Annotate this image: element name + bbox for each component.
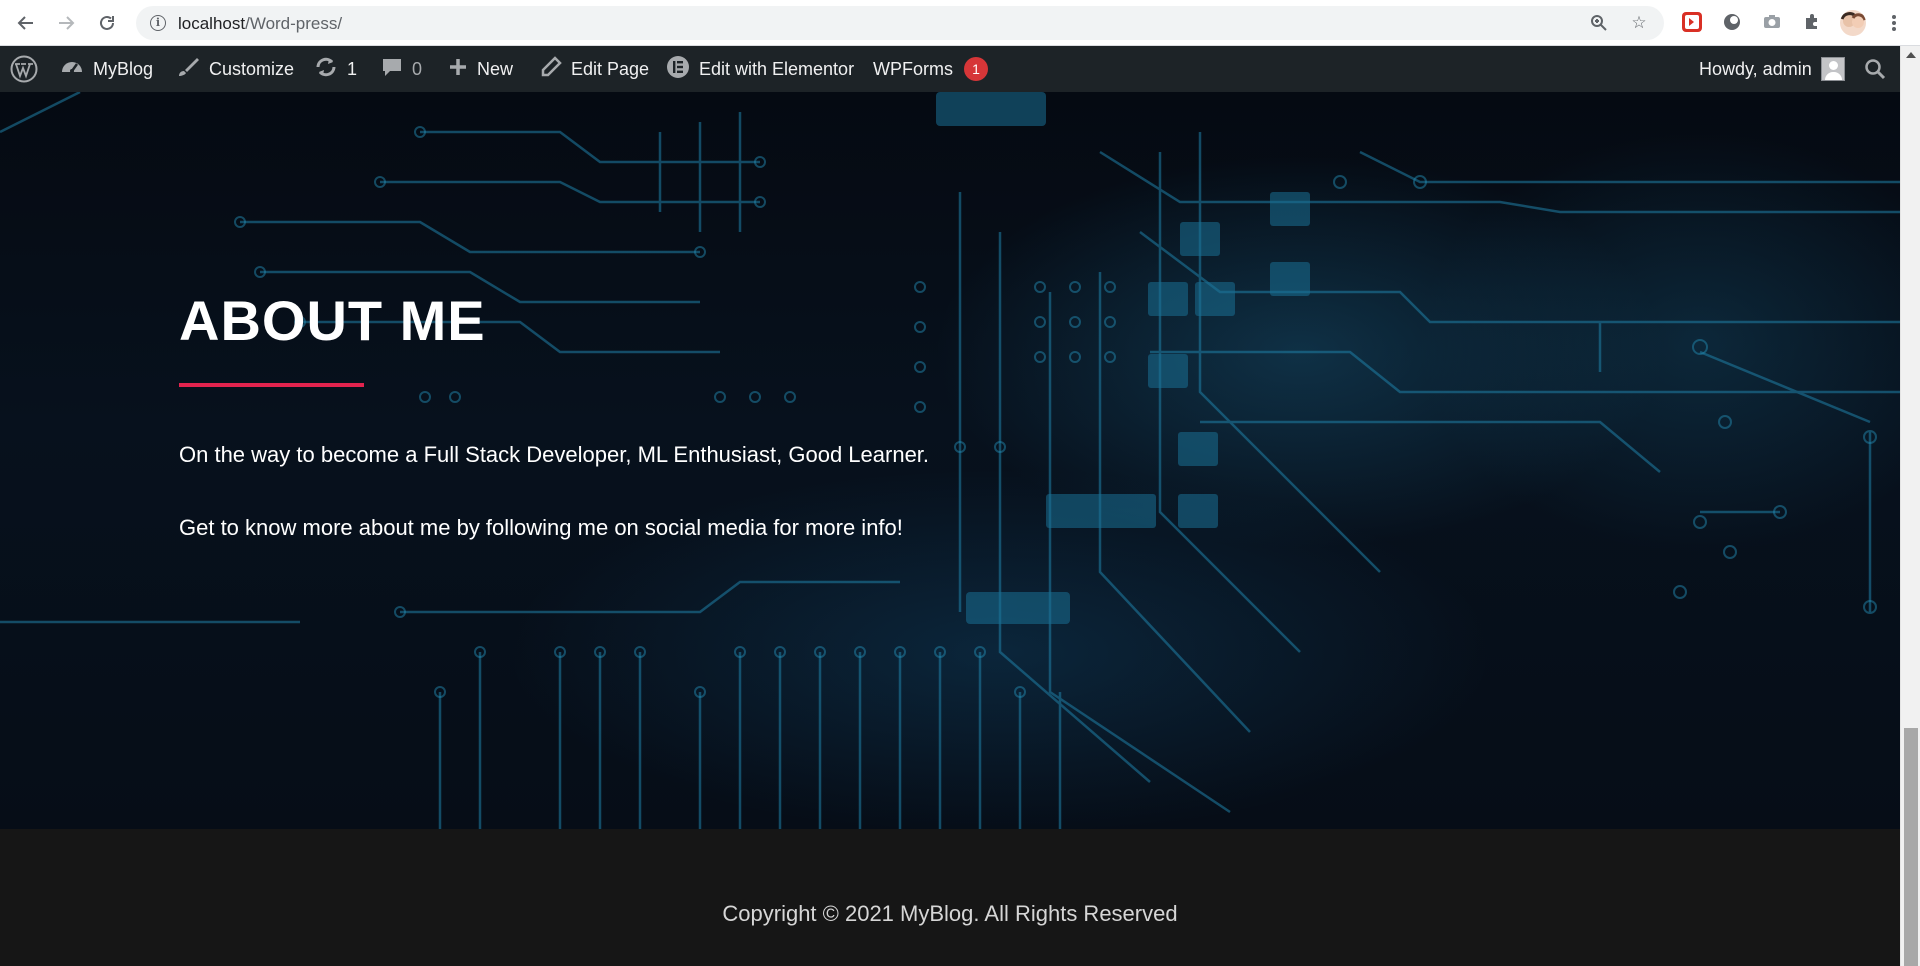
edit-elementor-menu[interactable]: Edit with Elementor bbox=[666, 46, 854, 92]
scroll-thumb[interactable] bbox=[1904, 728, 1918, 966]
star-icon[interactable]: ☆ bbox=[1630, 14, 1648, 32]
site-name-label: MyBlog bbox=[93, 58, 154, 79]
comment-icon bbox=[381, 56, 403, 82]
url-text[interactable]: localhost/Word-press/ bbox=[178, 14, 342, 34]
customize-label: Customize bbox=[209, 58, 295, 79]
elementor-icon bbox=[666, 55, 690, 83]
about-me-heading: ABOUT ME bbox=[179, 289, 486, 352]
browser-toolbar: i localhost/Word-press/ ☆ bbox=[0, 0, 1920, 46]
search-icon[interactable] bbox=[1864, 46, 1886, 92]
info-icon[interactable]: i bbox=[150, 15, 166, 31]
updates-count: 1 bbox=[347, 58, 358, 79]
edit-page-label: Edit Page bbox=[571, 58, 650, 79]
avatar bbox=[1820, 57, 1845, 81]
updates-icon bbox=[314, 56, 338, 82]
paintbrush-icon bbox=[176, 56, 200, 82]
dashboard-icon bbox=[60, 56, 84, 82]
extensions-icon[interactable] bbox=[1802, 12, 1822, 32]
customize-menu[interactable]: Customize bbox=[176, 46, 294, 92]
new-content-menu[interactable]: New bbox=[448, 46, 513, 92]
profile-avatar[interactable] bbox=[1840, 10, 1866, 36]
heading-underline bbox=[179, 383, 364, 387]
page-scrollbar[interactable] bbox=[1900, 46, 1920, 966]
edit-elementor-label: Edit with Elementor bbox=[699, 58, 855, 79]
wpforms-label: WPForms bbox=[873, 58, 953, 79]
new-label: New bbox=[477, 58, 514, 79]
reload-icon[interactable] bbox=[95, 11, 119, 35]
menu-icon[interactable] bbox=[1882, 11, 1906, 35]
wordpress-logo-icon[interactable] bbox=[10, 46, 38, 92]
site-footer: Copyright © 2021 MyBlog. All Rights Rese… bbox=[0, 829, 1900, 966]
comments-menu[interactable]: 0 bbox=[381, 46, 422, 92]
my-account-menu[interactable]: Howdy, admin bbox=[1699, 46, 1845, 92]
back-icon[interactable] bbox=[14, 11, 38, 35]
zoom-icon[interactable] bbox=[1590, 14, 1608, 32]
about-line-1: On the way to become a Full Stack Develo… bbox=[179, 442, 930, 467]
wp-admin-bar: MyBlog Customize 1 0 New Edit Page Edit … bbox=[0, 46, 1900, 92]
about-hero-section: ABOUT ME On the way to become a Full Sta… bbox=[0, 92, 1900, 829]
extension-circle-icon[interactable] bbox=[1722, 12, 1742, 32]
forward-icon[interactable] bbox=[54, 11, 78, 35]
wpforms-badge: 1 bbox=[964, 57, 988, 81]
address-bar[interactable]: i localhost/Word-press/ ☆ bbox=[136, 6, 1664, 40]
pencil-icon bbox=[540, 56, 562, 82]
site-name-menu[interactable]: MyBlog bbox=[60, 46, 153, 92]
extension-red-icon[interactable] bbox=[1682, 12, 1702, 32]
camera-icon[interactable] bbox=[1762, 12, 1782, 32]
comments-count: 0 bbox=[412, 58, 423, 79]
about-line-2: Get to know more about me by following m… bbox=[179, 515, 903, 540]
plus-icon bbox=[448, 57, 468, 81]
edit-page-menu[interactable]: Edit Page bbox=[540, 46, 649, 92]
updates-menu[interactable]: 1 bbox=[314, 46, 357, 92]
scroll-up-arrow-icon[interactable] bbox=[1906, 52, 1916, 58]
wpforms-menu[interactable]: WPForms 1 bbox=[873, 46, 988, 92]
howdy-label: Howdy, admin bbox=[1699, 58, 1812, 79]
copyright-text: Copyright © 2021 MyBlog. All Rights Rese… bbox=[722, 901, 1178, 926]
